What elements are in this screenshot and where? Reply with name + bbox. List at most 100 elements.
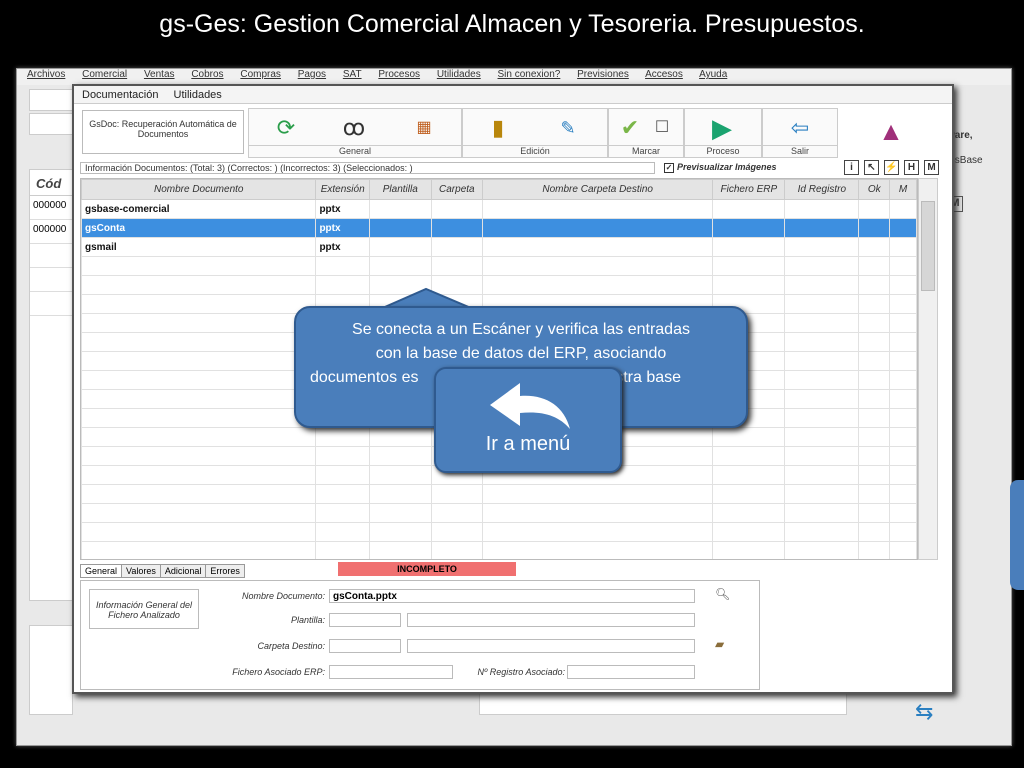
checkbox-icon[interactable]: ☐ xyxy=(647,113,677,143)
table-cell[interactable] xyxy=(858,275,891,295)
table-cell[interactable] xyxy=(889,351,917,371)
edit-icon[interactable]: ✎ xyxy=(553,113,583,143)
bg-menu-item[interactable]: Comercial xyxy=(82,69,127,80)
table-cell[interactable] xyxy=(315,446,370,466)
table-row[interactable] xyxy=(81,256,917,276)
table-cell[interactable] xyxy=(889,541,917,559)
refresh-icon[interactable]: ⟳ xyxy=(271,113,301,143)
table-cell[interactable] xyxy=(712,256,786,276)
table-cell[interactable] xyxy=(858,446,891,466)
bg-list-cell[interactable] xyxy=(30,244,72,268)
table-cell[interactable] xyxy=(889,522,917,542)
exit-user-icon[interactable]: ⇦ xyxy=(785,113,815,143)
table-cell[interactable] xyxy=(81,294,317,314)
column-header[interactable]: Fichero ERP xyxy=(712,179,786,200)
tab-valores[interactable]: Valores xyxy=(121,564,161,578)
table-cell[interactable] xyxy=(315,522,370,542)
grid-scrollbar[interactable] xyxy=(918,178,938,560)
table-cell[interactable] xyxy=(712,484,786,504)
table-cell[interactable] xyxy=(889,446,917,466)
table-cell[interactable] xyxy=(482,256,714,276)
table-cell[interactable] xyxy=(784,484,860,504)
carpeta-field[interactable] xyxy=(329,639,401,653)
column-header[interactable]: Nombre Carpeta Destino xyxy=(482,179,714,200)
table-cell[interactable] xyxy=(784,503,860,523)
table-cell[interactable] xyxy=(889,465,917,485)
table-cell[interactable] xyxy=(858,408,891,428)
bg-menu-item[interactable]: SAT xyxy=(343,69,362,80)
table-cell[interactable] xyxy=(482,541,714,559)
table-cell[interactable] xyxy=(784,294,860,314)
table-cell[interactable]: pptx xyxy=(315,237,370,257)
table-cell[interactable] xyxy=(81,465,317,485)
table-cell[interactable] xyxy=(81,389,317,409)
table-row[interactable] xyxy=(81,484,917,504)
table-cell[interactable] xyxy=(368,218,432,238)
table-cell[interactable] xyxy=(784,218,860,238)
table-cell[interactable] xyxy=(368,503,432,523)
fichero-erp-field[interactable] xyxy=(329,665,453,679)
bg-list-cell[interactable]: 000000 xyxy=(30,220,72,244)
menu-utilidades[interactable]: Utilidades xyxy=(174,89,222,101)
table-cell[interactable] xyxy=(784,408,860,428)
table-cell[interactable] xyxy=(889,370,917,390)
table-cell[interactable] xyxy=(784,199,860,219)
table-cell[interactable] xyxy=(784,541,860,559)
table-cell[interactable] xyxy=(368,199,432,219)
table-cell[interactable] xyxy=(889,332,917,352)
table-cell[interactable] xyxy=(712,218,786,238)
table-cell[interactable]: pptx xyxy=(315,199,370,219)
table-cell[interactable] xyxy=(482,237,714,257)
bg-list-cell[interactable] xyxy=(30,268,72,292)
table-cell[interactable] xyxy=(430,256,484,276)
table-cell[interactable] xyxy=(712,427,786,447)
table-cell[interactable] xyxy=(81,332,317,352)
table-row[interactable] xyxy=(81,522,917,542)
table-cell[interactable] xyxy=(889,313,917,333)
table-cell[interactable] xyxy=(784,256,860,276)
table-cell[interactable] xyxy=(784,370,860,390)
table-cell[interactable] xyxy=(858,465,891,485)
folder-add-icon[interactable]: ▮ xyxy=(483,113,513,143)
table-cell[interactable] xyxy=(482,484,714,504)
table-cell[interactable] xyxy=(712,275,786,295)
table-cell[interactable] xyxy=(430,218,484,238)
table-cell[interactable] xyxy=(430,237,484,257)
table-cell[interactable] xyxy=(81,484,317,504)
table-cell[interactable] xyxy=(784,389,860,409)
table-cell[interactable] xyxy=(784,237,860,257)
table-cell[interactable] xyxy=(315,465,370,485)
table-cell[interactable] xyxy=(430,522,484,542)
scroll-thumb[interactable] xyxy=(921,201,935,291)
table-cell[interactable] xyxy=(368,522,432,542)
table-cell[interactable] xyxy=(81,370,317,390)
column-header[interactable]: Carpeta xyxy=(430,179,484,200)
table-cell[interactable] xyxy=(368,541,432,559)
table-cell[interactable] xyxy=(858,199,891,219)
table-cell[interactable] xyxy=(858,294,891,314)
plantilla-name-field[interactable] xyxy=(407,613,695,627)
table-cell[interactable] xyxy=(368,465,432,485)
cursor-icon[interactable]: ↖ xyxy=(864,160,879,175)
bg-menu-item[interactable]: Ayuda xyxy=(699,69,727,80)
table-row[interactable]: gsConta pptx xyxy=(81,218,917,238)
bg-list-cell[interactable]: 000000 xyxy=(30,196,72,220)
table-cell[interactable] xyxy=(784,446,860,466)
table-cell[interactable] xyxy=(858,332,891,352)
bg-menu-item[interactable]: Accesos xyxy=(645,69,683,80)
table-cell[interactable] xyxy=(81,256,317,276)
table-cell[interactable] xyxy=(368,484,432,504)
table-cell[interactable] xyxy=(81,351,317,371)
table-cell[interactable] xyxy=(368,237,432,257)
plantilla-field[interactable] xyxy=(329,613,401,627)
bg-menu-item[interactable]: Sin conexion? xyxy=(498,69,561,80)
bg-menu-item[interactable]: Ventas xyxy=(144,69,175,80)
table-cell[interactable] xyxy=(430,199,484,219)
table-cell[interactable] xyxy=(81,541,317,559)
table-cell[interactable] xyxy=(858,541,891,559)
table-cell[interactable] xyxy=(368,446,432,466)
table-cell[interactable] xyxy=(712,199,786,219)
bg-menu-item[interactable]: Procesos xyxy=(378,69,420,80)
tab-errores[interactable]: Errores xyxy=(205,564,245,578)
registro-field[interactable] xyxy=(567,665,695,679)
